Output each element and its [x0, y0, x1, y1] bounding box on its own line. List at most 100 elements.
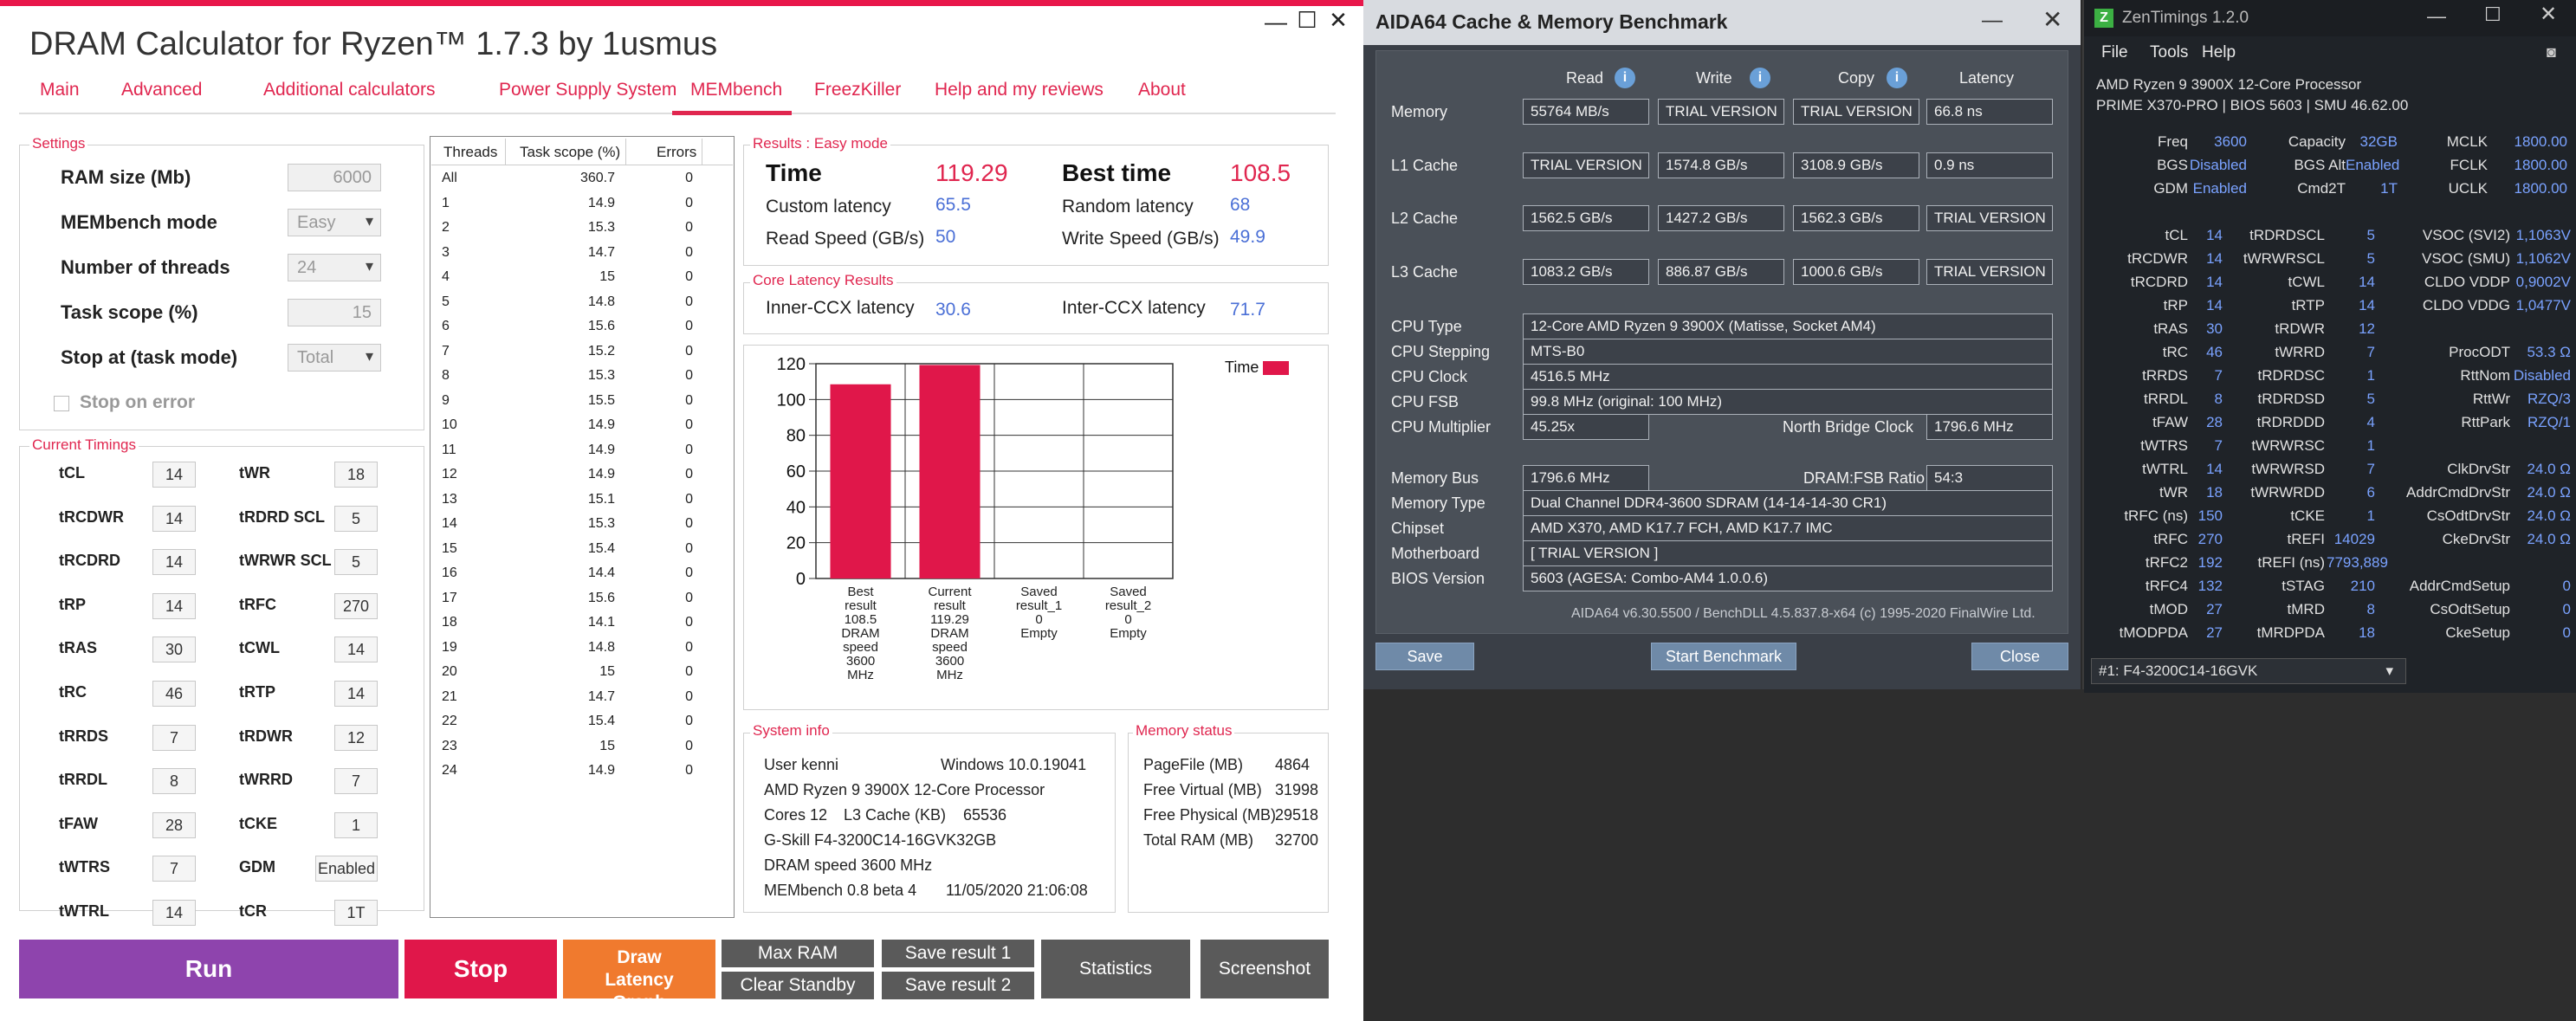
thread-scope: 15.3	[587, 368, 615, 383]
x-tick-label: DRAM	[841, 626, 879, 641]
tab-about[interactable]: About	[1138, 80, 1186, 100]
draw-latency-graph-button[interactable]: Draw Latency Graph	[563, 940, 715, 1012]
zen-value: 210	[2350, 578, 2375, 594]
zen-value: 7	[2214, 367, 2223, 384]
time-value: 119.29	[935, 159, 1008, 186]
thread-id: 17	[442, 590, 457, 605]
results-group-label: Results : Easy mode	[750, 135, 890, 152]
thread-scope: 14.8	[587, 639, 615, 655]
aida-save-button[interactable]: Save	[1375, 643, 1474, 670]
save-result-2-button[interactable]: Save result 2	[882, 972, 1034, 999]
timing-label: tCR	[239, 902, 267, 920]
thread-id: 6	[442, 319, 450, 333]
bench-value: 1562.5 GB/s	[1523, 205, 1649, 231]
memstat-label: PageFile (MB)	[1143, 756, 1244, 773]
start-benchmark-button[interactable]: Start Benchmark	[1651, 643, 1796, 670]
zen-label: tRP	[2163, 297, 2188, 313]
tab-additional-calculators[interactable]: Additional calculators	[263, 80, 435, 100]
ram-size-input[interactable]: 6000	[288, 164, 381, 191]
zen-label: tREFI	[2287, 531, 2325, 547]
membench-mode-select[interactable]: Easy ▾	[288, 209, 381, 236]
stop-on-error-checkbox[interactable]	[54, 396, 69, 411]
tab-power-supply[interactable]: Power Supply System	[499, 80, 676, 100]
x-tick-label: 0	[1124, 612, 1131, 627]
info-icon[interactable]: i	[1887, 68, 1907, 88]
tab-advanced[interactable]: Advanced	[121, 80, 202, 100]
camera-icon[interactable]: ◙	[2547, 43, 2556, 61]
zen-label: tFAW	[2152, 414, 2188, 430]
aida-close-button[interactable]: ✕	[2042, 5, 2062, 34]
max-ram-button[interactable]: Max RAM	[722, 940, 874, 967]
bench-value: TRIAL VERSION	[1658, 99, 1784, 125]
clear-standby-button[interactable]: Clear Standby	[722, 972, 874, 999]
thread-errors: 0	[685, 319, 693, 333]
minimize-button[interactable]: —	[1263, 10, 1289, 33]
timing-label: tRC	[59, 683, 87, 701]
zen-label: tWTRL	[2142, 461, 2188, 477]
task-scope-input[interactable]: 15	[288, 299, 381, 326]
close-button[interactable]: ✕	[1325, 9, 1351, 31]
zen-value: 7	[2366, 461, 2375, 477]
bench-value: 1427.2 GB/s	[1658, 205, 1784, 231]
menu-help[interactable]: Help	[2202, 43, 2236, 62]
tab-main[interactable]: Main	[40, 80, 80, 100]
thread-scope: 15.3	[587, 516, 615, 531]
chevron-down-icon: ▾	[2385, 662, 2393, 679]
memstat-label: Total RAM (MB)	[1143, 831, 1254, 849]
timing-value: 14	[152, 505, 196, 532]
cpu-type-field: 12-Core AMD Ryzen 9 3900X (Matisse, Sock…	[1523, 313, 2053, 339]
tab-freezkiller[interactable]: FreezKiller	[814, 80, 901, 100]
zen-value: 28	[2206, 414, 2223, 430]
thread-id: 2	[442, 220, 450, 235]
bios-label: BIOS Version	[1391, 570, 1485, 587]
menu-file[interactable]: File	[2101, 43, 2128, 62]
stop-at-label: Stop at (task mode)	[61, 346, 238, 368]
aida-footer: AIDA64 v6.30.5500 / BenchDLL 4.5.837.8-x…	[1571, 606, 2036, 621]
window-accent-bar	[0, 0, 1363, 6]
bench-value: 3108.9 GB/s	[1793, 152, 1919, 178]
screenshot-button[interactable]: Screenshot	[1201, 940, 1329, 998]
cpu-stepping-field: MTS-B0	[1523, 339, 2053, 365]
thread-scope: 15.6	[587, 590, 615, 605]
zen-label: VSOC (SVI2)	[2422, 227, 2510, 243]
threads-select[interactable]: 24 ▾	[288, 254, 381, 281]
timing-label: tRDRD SCL	[239, 507, 325, 526]
thread-errors: 0	[685, 615, 693, 630]
cpu-fsb-field: 99.8 MHz (original: 100 MHz)	[1523, 389, 2053, 415]
read-speed-value: 50	[935, 227, 956, 247]
thread-scope: 15.3	[587, 220, 615, 235]
statistics-button[interactable]: Statistics	[1041, 940, 1190, 998]
sysinfo-date: 11/05/2020 21:06:08	[946, 882, 1088, 899]
zen-value: 7	[2366, 344, 2375, 360]
aida-close-btn[interactable]: Close	[1971, 643, 2068, 670]
save-result-1-button[interactable]: Save result 1	[882, 940, 1034, 967]
zen-close-button[interactable]: ✕	[2540, 2, 2557, 27]
sysinfo-user: User kenni	[764, 756, 839, 773]
stop-at-select[interactable]: Total ▾	[288, 344, 381, 372]
zen-value: 270	[2197, 531, 2223, 547]
zen-maximize-button[interactable]: ☐	[2484, 3, 2502, 26]
timing-value: 14	[152, 592, 196, 619]
zen-minimize-button[interactable]: —	[2427, 5, 2446, 28]
menu-tools[interactable]: Tools	[2150, 43, 2188, 62]
zen-value: Enabled	[2346, 157, 2400, 173]
maximize-button[interactable]: ☐	[1294, 9, 1320, 31]
bench-value: TRIAL VERSION	[1523, 152, 1649, 178]
zen-value: 24.0 Ω	[2527, 484, 2571, 501]
info-icon[interactable]: i	[1615, 68, 1635, 88]
zen-label: CLDO VDDG	[2422, 297, 2510, 313]
timing-value: 14	[334, 681, 378, 707]
dimm-select[interactable]: #1: F4-3200C14-16GVK ▾	[2091, 658, 2406, 684]
aida-minimize-button[interactable]: —	[1982, 9, 2003, 33]
threads-label: Number of threads	[61, 256, 230, 278]
thread-scope: 14.7	[587, 688, 615, 704]
timing-value: 30	[152, 637, 196, 663]
tab-help[interactable]: Help and my reviews	[935, 80, 1104, 100]
zen-value: 0	[2562, 624, 2571, 641]
stop-button[interactable]: Stop	[405, 940, 557, 998]
zen-value: 0	[2562, 578, 2571, 594]
info-icon[interactable]: i	[1750, 68, 1770, 88]
tab-membench[interactable]: MEMbench	[690, 80, 782, 100]
run-button[interactable]: Run	[19, 940, 398, 998]
cpu-clock-label: CPU Clock	[1391, 368, 1468, 385]
